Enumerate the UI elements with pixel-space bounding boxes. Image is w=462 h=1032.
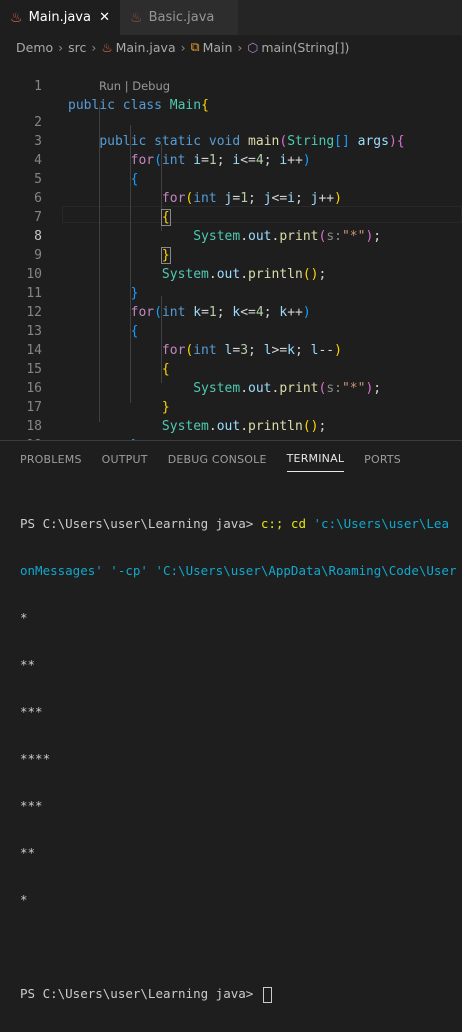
chevron-right-icon: ›	[237, 39, 243, 55]
terminal[interactable]: PS C:\Users\user\Learning java> c:; cd '…	[20, 485, 462, 1032]
code-line: 14 {	[0, 322, 462, 377]
chevron-right-icon: ›	[58, 39, 64, 55]
terminal-output-line: ***	[20, 798, 43, 813]
terminal-output-line: ****	[20, 751, 51, 766]
tab-basic-java[interactable]: ♨ Basic.java	[120, 0, 238, 35]
tab-label: Main.java	[28, 10, 91, 25]
terminal-output-line: **	[20, 657, 36, 672]
code-line: 7 System.out.print(s:"*");	[0, 189, 462, 244]
code-line: 6 {	[0, 170, 462, 226]
chevron-right-icon: ›	[91, 39, 97, 55]
tab-main-java[interactable]: ♨ Main.java ✕	[0, 0, 120, 35]
java-file-icon: ♨	[10, 9, 23, 26]
chevron-right-icon: ›	[180, 39, 186, 55]
tab-debug-console[interactable]: DEBUG CONSOLE	[168, 447, 267, 472]
terminal-prompt: PS C:\Users\user\Learning java>	[20, 516, 261, 531]
terminal-cursor	[262, 986, 272, 1003]
java-file-icon: ♨	[130, 9, 143, 26]
breadcrumb-class[interactable]: Main	[203, 40, 233, 55]
terminal-output-line: *	[20, 610, 28, 625]
breadcrumb-demo[interactable]: Demo	[16, 40, 53, 55]
run-debug-codelens[interactable]: Run | Debug	[99, 77, 170, 95]
terminal-output-line: **	[20, 845, 36, 860]
terminal-line: PS C:\Users\user\Learning java> c:; cd '…	[20, 515, 462, 532]
code-line: 1 public class Main{	[0, 58, 462, 113]
terminal-prompt: PS C:\Users\user\Learning java>	[20, 986, 261, 1001]
breadcrumb-file[interactable]: Main.java	[116, 40, 176, 55]
breadcrumb-src[interactable]: src	[68, 40, 86, 55]
code-line: 10 }	[0, 246, 462, 301]
tab-ports[interactable]: PORTS	[364, 447, 401, 472]
terminal-command: c:; cd	[260, 516, 314, 531]
editor-tab-bar: ♨ Main.java ✕ ♨ Basic.java	[0, 0, 462, 35]
terminal-command-path: 'c:\Users\user\Lea	[313, 516, 449, 531]
terminal-output-line: ***	[20, 704, 43, 719]
code-line: 9 System.out.println();	[0, 227, 462, 282]
code-line: 11 for(int k=1; k<=4; k++)	[0, 265, 462, 320]
class-icon: ⧉	[190, 39, 200, 54]
code-line: 15 System.out.print(s:"*");	[0, 341, 462, 396]
code-line: 4 {	[0, 132, 462, 187]
method-cube-icon: ⬡	[247, 39, 259, 55]
code-line: 16 }	[0, 360, 462, 415]
bottom-panel: PROBLEMS OUTPUT DEBUG CONSOLE TERMINAL P…	[0, 440, 462, 1003]
tab-label: Basic.java	[148, 10, 215, 25]
code-line: 3 for(int i=1; i<=4; i++)	[0, 113, 462, 168]
terminal-output-line: *	[20, 892, 28, 907]
code-line: 13 for(int l=3; l>=k; l--)	[0, 303, 462, 358]
java-file-icon: ♨	[101, 39, 113, 55]
tab-problems[interactable]: PROBLEMS	[20, 447, 82, 472]
code-line: 8 }	[0, 208, 462, 264]
tab-terminal[interactable]: TERMINAL	[286, 446, 345, 472]
close-icon[interactable]: ✕	[99, 10, 110, 25]
code-line: 19 }	[0, 417, 462, 440]
code-line: 2 public static void main(String[] args)…	[0, 94, 462, 149]
terminal-line: PS C:\Users\user\Learning java>	[20, 985, 462, 1003]
breadcrumb-method[interactable]: main(String[])	[261, 40, 349, 55]
code-line: 18 }	[0, 398, 462, 440]
panel-tab-bar: PROBLEMS OUTPUT DEBUG CONSOLE TERMINAL P…	[0, 441, 401, 477]
code-editor[interactable]: 1 public class Main{ Run | Debug 2 publi…	[0, 58, 462, 440]
code-line: 5 for(int j=1; j<=i; j++)	[0, 151, 462, 206]
breadcrumb: Demo › src › ♨ Main.java › ⧉ Main › ⬡ ma…	[0, 36, 462, 58]
tab-output[interactable]: OUTPUT	[102, 447, 148, 472]
terminal-line: onMessages' '-cp' 'C:\Users\user\AppData…	[20, 563, 457, 578]
code-line: 12 {	[0, 284, 462, 339]
code-line: 17 System.out.println();	[0, 379, 462, 434]
